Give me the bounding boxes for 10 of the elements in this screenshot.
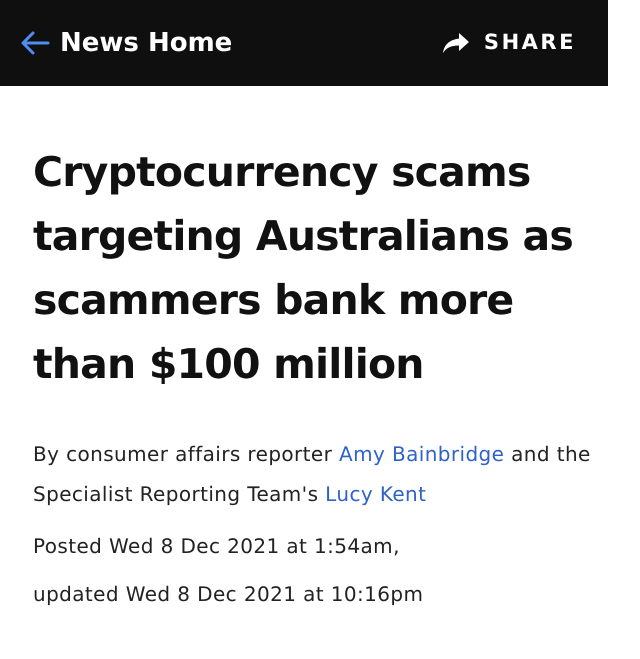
- author-link[interactable]: Lucy Kent: [325, 482, 426, 506]
- byline: By consumer affairs reporter Amy Bainbridge and the Specialist Reporting Team's Lucy Kent: [33, 441, 592, 508]
- share-button[interactable]: SHARE: [442, 27, 576, 59]
- author-link[interactable]: Amy Bainbridge: [339, 442, 504, 466]
- headline: Cryptocurrency scams targeting Australians as scammers bank more than $100 million: [33, 147, 574, 390]
- share-arrow-icon: [442, 32, 470, 54]
- updated-date: updated Wed 8 Dec 2021 at 10:16pm: [33, 581, 424, 608]
- back-button[interactable]: News Home: [20, 24, 232, 62]
- back-arrow-icon: [20, 31, 50, 55]
- posted-date: Posted Wed 8 Dec 2021 at 1:54am,: [33, 533, 401, 560]
